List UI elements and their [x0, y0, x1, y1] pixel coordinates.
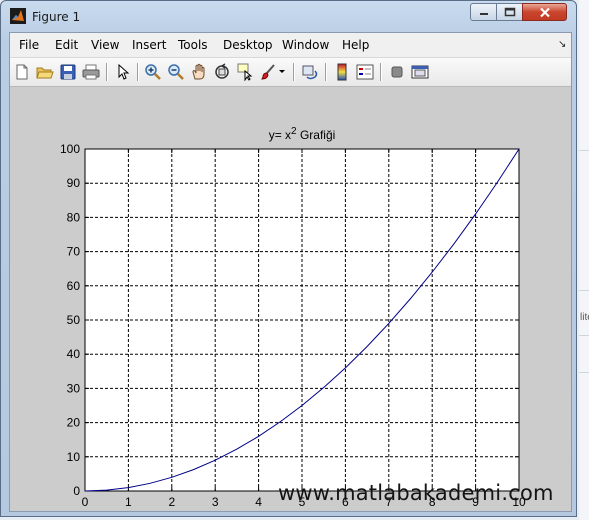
menu-edit[interactable]: Edit — [55, 38, 78, 52]
y-tick-label: 60 — [67, 279, 81, 293]
legend-icon[interactable] — [355, 62, 375, 82]
y-tick-label: 40 — [67, 347, 81, 361]
y-tick-label: 10 — [67, 450, 81, 464]
menu-view[interactable]: View — [91, 38, 119, 52]
matlab-logo-icon — [10, 8, 26, 24]
background-divider — [579, 335, 589, 336]
minimize-button[interactable] — [470, 3, 497, 21]
y-tick-label: 90 — [67, 176, 81, 190]
x-tick-label: 4 — [255, 495, 262, 509]
menu-tools[interactable]: Tools — [178, 38, 208, 52]
close-icon — [539, 7, 550, 17]
minimize-icon — [479, 13, 488, 15]
figure-canvas: 0 1 2 3 4 5 6 7 8 9 10 0 10 20 30 40 50 60 70 80 90 100 y= x2 … — [10, 87, 571, 511]
background-divider — [579, 150, 589, 151]
new-figure-icon[interactable] — [12, 62, 32, 82]
toolbar-separator — [137, 63, 139, 81]
menu-window[interactable]: Window — [282, 38, 329, 52]
menu-desktop[interactable]: Desktop — [223, 38, 273, 52]
window-title: Figure 1 — [32, 10, 81, 24]
data-cursor-icon[interactable] — [235, 62, 255, 82]
dock-figure-icon[interactable]: ↘ — [558, 39, 566, 50]
menu-help[interactable]: Help — [342, 38, 369, 52]
y-tick-label: 80 — [67, 210, 81, 224]
save-icon[interactable] — [58, 62, 78, 82]
y-tick-label: 50 — [67, 313, 81, 327]
figure-toolbar — [10, 58, 571, 87]
y-tick-label: 20 — [67, 416, 81, 430]
background-divider — [579, 372, 589, 373]
x-tick-label: 1 — [125, 495, 132, 509]
link-plot-icon[interactable] — [300, 62, 320, 82]
maximize-icon — [504, 7, 515, 17]
menu-insert[interactable]: Insert — [132, 38, 166, 52]
plot-axes[interactable]: 0 1 2 3 4 5 6 7 8 9 100102030405060708090100y= x2 … — [10, 87, 571, 511]
chart-title: y= x2 Grafiği — [269, 126, 336, 142]
pointer-icon[interactable] — [113, 62, 133, 82]
y-tick-label: 0 — [73, 484, 80, 498]
hide-plot-tools-icon[interactable] — [387, 62, 407, 82]
maximize-button[interactable] — [496, 3, 523, 21]
background-text: lite — [580, 312, 589, 323]
background-window — [579, 0, 589, 520]
title-bar[interactable]: Figure 1 — [1, 1, 576, 33]
x-tick-label: 3 — [212, 495, 219, 509]
colorbar-icon[interactable] — [332, 62, 352, 82]
pan-hand-icon[interactable] — [189, 62, 209, 82]
figure-client-area: File Edit View Insert Tools Desktop Wind… — [9, 32, 572, 512]
x-tick-label: 2 — [168, 495, 175, 509]
toolbar-separator — [293, 63, 295, 81]
menu-file[interactable]: File — [19, 38, 39, 52]
y-tick-label: 100 — [60, 142, 80, 156]
y-tick-label: 70 — [67, 245, 81, 259]
show-plot-tools-icon[interactable] — [410, 62, 430, 82]
zoom-out-icon[interactable] — [166, 62, 186, 82]
figure-window: Figure 1 File Edit View Insert Tools Des… — [0, 0, 577, 517]
open-file-icon[interactable] — [35, 62, 55, 82]
toolbar-separator — [106, 63, 108, 81]
x-tick-label: 0 — [82, 495, 89, 509]
close-button[interactable] — [522, 3, 567, 21]
rotate-3d-icon[interactable] — [212, 62, 232, 82]
print-icon[interactable] — [81, 62, 101, 82]
menu-bar: File Edit View Insert Tools Desktop Wind… — [10, 33, 571, 58]
brush-dropdown-icon[interactable] — [276, 62, 288, 82]
toolbar-separator — [325, 63, 327, 81]
y-tick-label: 30 — [67, 381, 81, 395]
toolbar-separator — [380, 63, 382, 81]
background-divider — [579, 290, 589, 291]
zoom-in-icon[interactable] — [143, 62, 163, 82]
watermark-text: www.matlabakademi.com — [278, 481, 554, 505]
brush-icon[interactable] — [258, 62, 278, 82]
